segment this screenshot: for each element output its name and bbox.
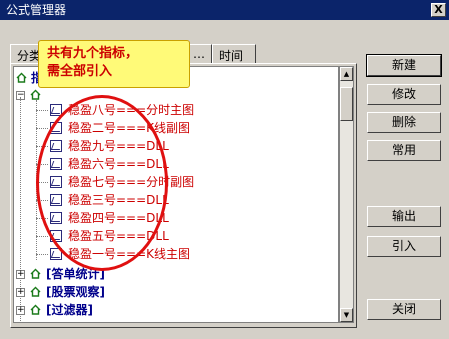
- modify-button[interactable]: 修改: [367, 84, 441, 105]
- scroll-down-icon[interactable]: ▼: [340, 308, 353, 322]
- title-bar: 公式管理器 X: [0, 0, 449, 20]
- window-title: 公式管理器: [6, 3, 67, 17]
- close-icon[interactable]: X: [431, 3, 446, 17]
- close-button[interactable]: 关闭: [367, 299, 441, 320]
- callout-line-2: 需全部引入: [47, 64, 113, 79]
- expand-icon[interactable]: +: [16, 306, 25, 315]
- import-button[interactable]: 引入: [367, 236, 441, 257]
- house-icon: [16, 72, 27, 83]
- house-icon: [30, 89, 41, 100]
- house-icon: [30, 286, 41, 297]
- new-button[interactable]: 新建: [366, 54, 442, 77]
- delete-button[interactable]: 删除: [367, 112, 441, 133]
- highlight-ellipse: [36, 95, 168, 271]
- tree-group-label: [过滤器]: [46, 303, 93, 317]
- expand-icon[interactable]: +: [16, 270, 25, 279]
- house-icon: [30, 304, 41, 315]
- scroll-up-icon[interactable]: ▲: [340, 67, 353, 81]
- vertical-scrollbar[interactable]: ▲ ▼: [339, 66, 354, 323]
- common-button[interactable]: 常用: [367, 140, 441, 161]
- annotation-callout: 共有九个指标， 需全部引入: [38, 40, 190, 88]
- house-icon: [30, 268, 41, 279]
- tab-time[interactable]: 时间: [212, 44, 256, 64]
- expand-icon[interactable]: +: [16, 288, 25, 297]
- tree-group-label: [股票观察]: [46, 285, 105, 299]
- export-button[interactable]: 输出: [367, 206, 441, 227]
- scroll-thumb[interactable]: [340, 87, 353, 121]
- callout-line-1: 共有九个指标，: [47, 46, 139, 61]
